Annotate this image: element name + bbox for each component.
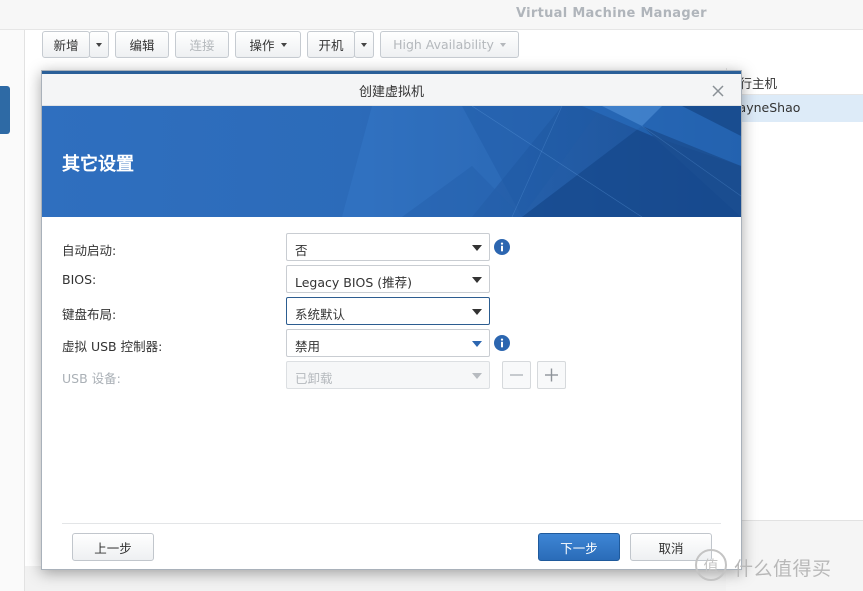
keyboard-layout-select[interactable]: 系统默认: [286, 297, 490, 325]
left-nav-tab[interactable]: [0, 86, 10, 134]
usb-controller-select[interactable]: 禁用: [286, 329, 490, 357]
edit-button-label: 编辑: [129, 38, 155, 53]
next-button[interactable]: 下一步: [538, 533, 620, 561]
bios-label: BIOS:: [62, 272, 97, 287]
watermark-text: 什么值得买: [734, 558, 832, 580]
column-header-host[interactable]: 运行主机: [727, 68, 863, 95]
power-on-dropdown-button[interactable]: [354, 31, 374, 58]
usb-device-value: 已卸载: [295, 371, 333, 386]
bios-value: Legacy BIOS (推荐): [295, 275, 413, 290]
usb-controller-label: 虚拟 USB 控制器:: [62, 339, 163, 354]
chevron-down-icon: [472, 309, 482, 315]
chevron-down-icon: [361, 42, 367, 47]
keyboard-layout-label: 键盘布局:: [62, 307, 117, 322]
watermark-logo-text: 值: [703, 557, 718, 575]
chevron-down-icon: [472, 245, 482, 251]
banner-background-graphic: [42, 106, 741, 217]
chevron-down-icon: [472, 373, 482, 379]
info-icon[interactable]: [494, 335, 510, 351]
back-button[interactable]: 上一步: [72, 533, 154, 561]
power-on-button-label: 开机: [318, 38, 344, 53]
new-button[interactable]: 新增: [42, 31, 90, 58]
new-button-label: 新增: [53, 38, 79, 53]
banner-title: 其它设置: [62, 154, 134, 175]
new-dropdown-button[interactable]: [89, 31, 109, 58]
form-row-usb-controller: 虚拟 USB 控制器: 禁用: [42, 329, 741, 359]
create-vm-dialog: 创建虚拟机 其它设置 自动启动: 否 BIOS: Legacy BIOS (推荐…: [41, 70, 742, 570]
add-usb-button[interactable]: [537, 361, 566, 389]
minus-icon: [510, 374, 523, 376]
remove-usb-button[interactable]: [502, 361, 531, 389]
watermark-logo-icon: 值: [695, 549, 727, 581]
bios-select[interactable]: Legacy BIOS (推荐): [286, 265, 490, 293]
chevron-down-icon: [472, 341, 482, 347]
form-row-bios: BIOS: Legacy BIOS (推荐): [42, 265, 741, 295]
auto-start-label: 自动启动:: [62, 243, 117, 258]
form-row-usb-device: USB 设备: 已卸载: [42, 361, 741, 391]
chevron-down-icon: [280, 42, 287, 47]
connect-button[interactable]: 连接: [175, 31, 229, 58]
vm-list-panel: 运行主机 WayneShao: [726, 68, 863, 528]
connect-button-label: 连接: [189, 38, 215, 53]
edit-button[interactable]: 编辑: [115, 31, 169, 58]
app-title-bar: Virtual Machine Manager: [0, 0, 863, 30]
dialog-title-bar[interactable]: 创建虚拟机: [42, 74, 741, 106]
form-row-keyboard-layout: 键盘布局: 系统默认: [42, 297, 741, 327]
next-button-label: 下一步: [560, 540, 598, 556]
back-button-label: 上一步: [94, 540, 132, 556]
high-availability-label: High Availability: [393, 37, 494, 52]
form-row-auto-start: 自动启动: 否: [42, 233, 741, 263]
keyboard-layout-value: 系统默认: [295, 307, 346, 322]
plus-icon: [545, 368, 558, 382]
auto-start-select[interactable]: 否: [286, 233, 490, 261]
close-icon[interactable]: [710, 83, 726, 99]
info-icon[interactable]: [494, 239, 510, 255]
footer-divider: [62, 523, 721, 524]
usb-device-select[interactable]: 已卸载: [286, 361, 490, 389]
dialog-banner: 其它设置: [42, 106, 741, 217]
power-on-button[interactable]: 开机: [307, 31, 355, 58]
chevron-down-icon: [96, 42, 102, 47]
app-title: Virtual Machine Manager: [516, 6, 707, 21]
action-button-label: 操作: [249, 38, 275, 53]
chevron-down-icon: [472, 277, 482, 283]
usb-device-label: USB 设备:: [62, 371, 121, 386]
action-menu-button[interactable]: 操作: [235, 31, 301, 58]
high-availability-button[interactable]: High Availability: [380, 31, 519, 58]
usb-controller-value: 禁用: [295, 339, 321, 354]
auto-start-value: 否: [295, 243, 308, 258]
chevron-down-icon: [499, 42, 506, 47]
dialog-title: 创建虚拟机: [358, 85, 424, 100]
list-item[interactable]: WayneShao: [727, 95, 863, 122]
cancel-button-label: 取消: [658, 540, 684, 556]
